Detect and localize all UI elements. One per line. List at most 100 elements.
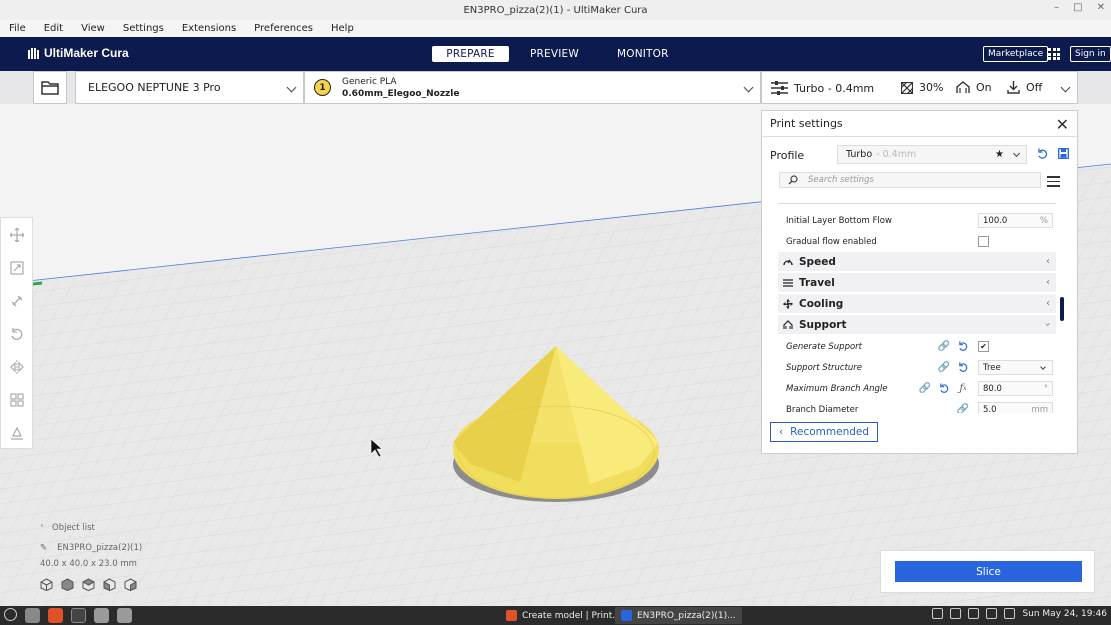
show-desktop-icon[interactable] (25, 608, 40, 623)
task-label: Create model | Print... (522, 610, 621, 621)
reset-profile-icon[interactable] (1037, 148, 1049, 163)
recommended-label: Recommended (790, 426, 870, 438)
undo-rotate-icon[interactable] (8, 325, 26, 343)
folder-icon[interactable] (117, 608, 132, 623)
generate-support-checkbox[interactable]: ✔ (978, 341, 989, 352)
recommended-button[interactable]: ‹ Recommended (770, 422, 878, 442)
setting-label: Branch Diameter (786, 404, 859, 414)
field-value: Tree (983, 362, 1001, 373)
apps-grid-icon[interactable] (1048, 48, 1060, 60)
firefox-icon[interactable] (48, 608, 63, 623)
network-icon[interactable] (968, 608, 980, 619)
settings-scrollbar[interactable] (1060, 297, 1064, 321)
maximize-icon[interactable]: □ (1073, 2, 1082, 13)
folder-icon (41, 81, 59, 95)
view-3d-icon[interactable] (40, 578, 53, 591)
menu-help[interactable]: Help (331, 23, 354, 34)
close-icon[interactable]: ✕ (1097, 2, 1105, 13)
settings-menu-icon[interactable] (1047, 176, 1060, 190)
object-dimensions: 40.0 x 40.0 x 23.0 mm (40, 559, 137, 569)
nozzle-name: 0.60mm_Elegoo_Nozzle (342, 88, 460, 99)
minimize-icon[interactable]: – (1054, 2, 1059, 13)
view-front-icon[interactable] (61, 578, 74, 591)
app-logo: UltiMaker Cura (28, 46, 129, 60)
object-item[interactable]: ✎ EN3PRO_pizza(2)(1) (40, 543, 142, 553)
menu-edit[interactable]: Edit (44, 23, 63, 34)
support-structure-select[interactable]: Tree (978, 360, 1053, 375)
travel-icon (783, 278, 793, 288)
setting-row: Support Structure 🔗 Tree (778, 357, 1056, 378)
reset-icon[interactable] (957, 341, 969, 353)
slice-button[interactable]: Slice (895, 561, 1082, 582)
reset-icon[interactable] (957, 362, 969, 374)
files-icon[interactable] (94, 608, 109, 623)
printer-selector[interactable]: ELEGOO NEPTUNE 3 Pro (75, 71, 304, 104)
setting-row: Branch Diameter 🔗 5.0 mm (778, 399, 1056, 413)
volume-icon[interactable] (1004, 608, 1016, 619)
save-profile-icon[interactable] (1058, 148, 1069, 162)
sign-in-button[interactable]: Sign in (1070, 46, 1111, 62)
task-create-model[interactable]: Create model | Print... (500, 607, 627, 624)
category-support[interactable]: Support ‹ (778, 315, 1056, 334)
initial-layer-bottom-flow-field[interactable]: 100.0 % (978, 213, 1053, 228)
tab-prepare[interactable]: PREPARE (432, 46, 509, 62)
setting-label: Maximum Branch Angle (786, 383, 888, 394)
category-travel[interactable]: Travel ‹ (778, 273, 1056, 292)
settings-list: Initial Layer Bottom Flow 100.0 % Gradua… (778, 203, 1056, 413)
field-value: 80.0 (983, 383, 1002, 394)
rotate-tool-icon[interactable] (8, 292, 26, 310)
clipboard-icon[interactable] (932, 608, 944, 619)
pencil-icon[interactable]: ✎ (40, 543, 47, 553)
terminal-icon[interactable] (71, 608, 86, 623)
chevron-left-icon: ‹ (1046, 277, 1050, 288)
object-list-header[interactable]: ˄ Object list (40, 523, 142, 533)
view-right-icon[interactable] (124, 578, 137, 591)
move-tool-icon[interactable] (8, 226, 26, 244)
chevron-up-icon: ˄ (40, 523, 44, 533)
task-cura[interactable]: EN3PRO_pizza(2)(1)... (615, 607, 742, 624)
close-panel-icon[interactable]: ✕ (1056, 115, 1069, 134)
view-top-icon[interactable] (82, 578, 95, 591)
infill-icon (901, 81, 913, 94)
object-list: ˄ Object list ✎ EN3PRO_pizza(2)(1) 40.0 … (40, 523, 142, 591)
gradual-flow-checkbox[interactable] (978, 236, 989, 247)
category-speed[interactable]: Speed ‹ (778, 252, 1056, 271)
system-menu-icon[interactable] (4, 608, 17, 621)
camera-view-buttons (40, 578, 142, 591)
open-file-button[interactable] (33, 71, 67, 104)
tab-monitor[interactable]: MONITOR (600, 46, 686, 62)
view-left-icon[interactable] (103, 578, 116, 591)
bluetooth-icon[interactable] (986, 608, 998, 619)
per-model-settings-icon[interactable] (8, 391, 26, 409)
object-list-title: Object list (52, 523, 95, 533)
mirror-tool-icon[interactable] (8, 358, 26, 376)
clock[interactable]: Sun May 24, 19:46 (1022, 609, 1107, 619)
slice-panel: Slice (880, 550, 1095, 593)
reset-icon[interactable] (938, 383, 950, 395)
system-tray: Sun May 24, 19:46 (932, 608, 1107, 619)
profile-dropdown[interactable]: Turbo - 0.4mm ★ (837, 145, 1027, 164)
chevron-left-icon: ‹ (1046, 256, 1050, 267)
function-icon[interactable]: ƒx (957, 383, 969, 395)
menu-preferences[interactable]: Preferences (254, 23, 313, 34)
tab-preview[interactable]: PREVIEW (513, 46, 596, 62)
window-controls: – □ ✕ (1054, 2, 1105, 13)
menu-extensions[interactable]: Extensions (182, 23, 236, 34)
material-selector[interactable]: 1 Generic PLA 0.60mm_Elegoo_Nozzle (304, 71, 761, 104)
link-icon: 🔗 (956, 404, 970, 413)
menu-view[interactable]: View (81, 23, 105, 34)
infill-summary: 30% (901, 81, 943, 94)
shield-icon[interactable] (950, 608, 962, 619)
field-value: 100.0 (983, 215, 1008, 226)
support-blocker-icon[interactable] (8, 424, 26, 442)
marketplace-button[interactable]: Marketplace (983, 46, 1049, 62)
category-cooling[interactable]: Cooling ‹ (778, 294, 1056, 313)
scale-tool-icon[interactable] (8, 259, 26, 277)
search-settings-input[interactable]: Search settings (779, 172, 1041, 188)
print-settings-selector[interactable]: Turbo - 0.4mm 30% On Off (761, 71, 1078, 104)
menu-file[interactable]: File (9, 23, 26, 34)
branch-diameter-field[interactable]: 5.0 mm (978, 402, 1053, 413)
max-branch-angle-field[interactable]: 80.0 ° (978, 381, 1053, 396)
menu-settings[interactable]: Settings (123, 23, 164, 34)
adhesion-summary: Off (1007, 81, 1042, 94)
